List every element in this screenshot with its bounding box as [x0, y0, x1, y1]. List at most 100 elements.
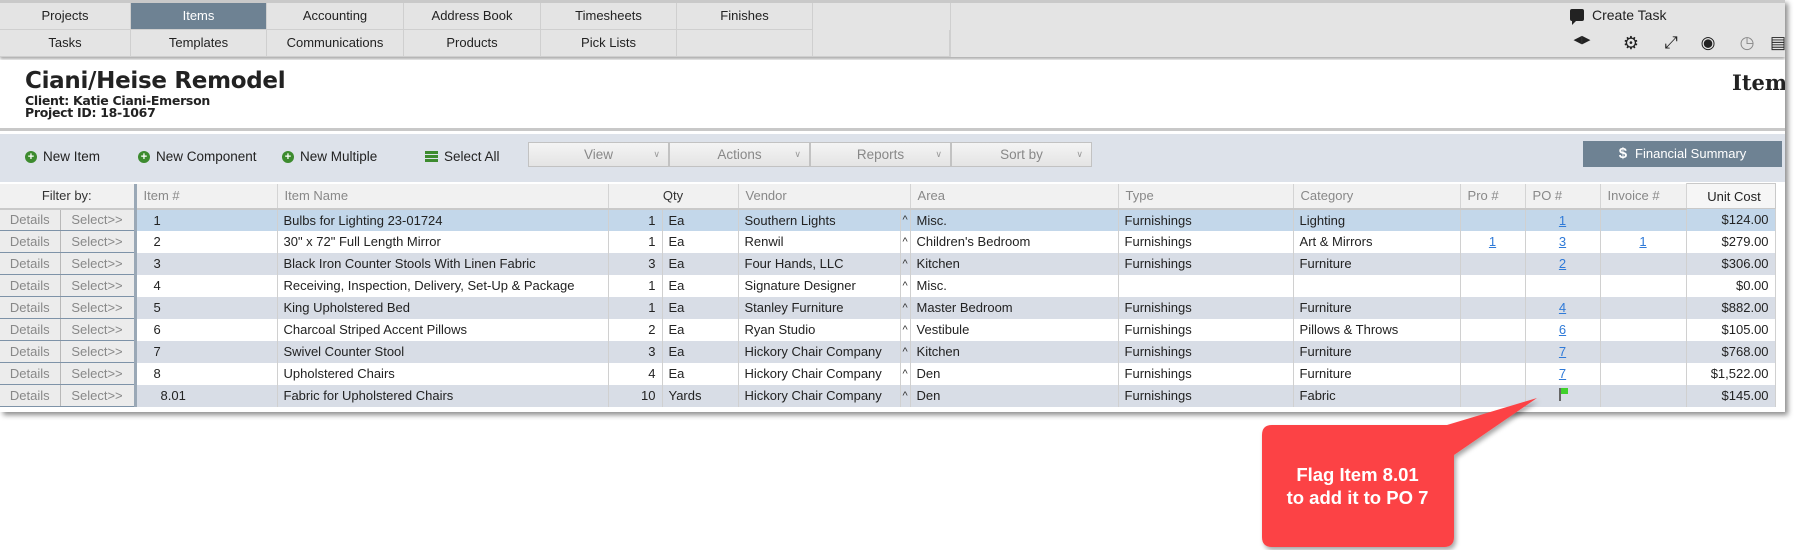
table-row[interactable]: Details Select>> 3 Black Iron Counter Stool…: [0, 252, 1776, 275]
po-number-link[interactable]: 6: [1559, 322, 1566, 337]
select-button[interactable]: Select>>: [60, 274, 137, 297]
category-cell: Furniture: [1293, 252, 1461, 275]
caret-icon[interactable]: ^: [900, 318, 911, 341]
po-number-header[interactable]: PO #: [1525, 183, 1601, 210]
select-button[interactable]: Select>>: [60, 252, 137, 275]
select-button[interactable]: Select>>: [60, 340, 137, 363]
view-dropdown[interactable]: View ∨: [528, 142, 669, 167]
po-number-link[interactable]: 7: [1559, 366, 1566, 381]
details-button[interactable]: Details: [0, 362, 61, 385]
qty-header[interactable]: Qty: [608, 183, 739, 210]
caret-icon[interactable]: ^: [900, 230, 911, 253]
nav-tab-pick-lists[interactable]: Pick Lists: [541, 30, 677, 57]
item-name-header[interactable]: Item Name: [277, 183, 609, 210]
unit-cost-header[interactable]: Unit Cost: [1685, 183, 1776, 209]
arrows-left-right-icon[interactable]: ◀▶: [1572, 33, 1592, 46]
table-row[interactable]: Details Select>> 7 Swivel Counter Stool 3 Ea H…: [0, 340, 1776, 363]
new-item-button[interactable]: + New Item: [25, 149, 100, 164]
details-button[interactable]: Details: [0, 340, 61, 363]
details-button[interactable]: Details: [0, 252, 61, 275]
type-cell: [1118, 274, 1294, 297]
sort-by-dropdown[interactable]: Sort by ∨: [951, 142, 1092, 167]
nav-tab-tasks[interactable]: Tasks: [0, 30, 131, 57]
pro-number-cell: [1460, 384, 1526, 407]
caret-icon[interactable]: ^: [900, 296, 911, 319]
card-icon[interactable]: ▤: [1768, 33, 1785, 53]
item-name-cell: Swivel Counter Stool: [277, 340, 609, 363]
select-button[interactable]: Select>>: [60, 318, 137, 341]
caret-icon[interactable]: ^: [900, 208, 911, 231]
invoice-number-header[interactable]: Invoice #: [1600, 183, 1687, 210]
nav-tab-projects[interactable]: Projects: [0, 3, 131, 30]
po-number-link[interactable]: 2: [1559, 256, 1566, 271]
table-row[interactable]: Details Select>> 8 Upholstered Chairs 4 Ea Hic…: [0, 362, 1776, 385]
table-row[interactable]: Details Select>> 2 30" x 72" Full Length Mi…: [0, 230, 1776, 253]
caret-icon[interactable]: ^: [900, 384, 911, 407]
select-all-button[interactable]: Select All: [425, 149, 500, 164]
expand-icon[interactable]: ⤢: [1661, 33, 1681, 53]
reports-dropdown[interactable]: Reports ∨: [810, 142, 951, 167]
item-number-cell: 7: [135, 340, 278, 363]
nav-tab-timesheets[interactable]: Timesheets: [541, 3, 677, 30]
table-row[interactable]: Details Select>> 8.01 Fabric for Upholstere…: [0, 384, 1776, 407]
nav-tab-products[interactable]: Products: [404, 30, 541, 57]
select-button[interactable]: Select>>: [60, 384, 137, 407]
financial-summary-button[interactable]: $ Financial Summary: [1583, 141, 1782, 167]
item-number-header[interactable]: Item #: [135, 183, 278, 210]
create-task-button[interactable]: Create Task: [1570, 7, 1667, 25]
details-button[interactable]: Details: [0, 274, 61, 297]
actions-dropdown[interactable]: Actions ∨: [669, 142, 810, 167]
po-number-link[interactable]: 1: [1559, 213, 1566, 228]
nav-tab-items[interactable]: Items: [131, 3, 267, 30]
create-task-label: Create Task: [1592, 7, 1667, 23]
pro-number-link[interactable]: 1: [1489, 234, 1496, 249]
caret-icon[interactable]: ^: [900, 340, 911, 363]
category-cell: [1293, 274, 1461, 297]
select-button[interactable]: Select>>: [60, 362, 137, 385]
po-number-cell: 3: [1525, 230, 1601, 253]
nav-tab-templates[interactable]: Templates: [131, 30, 267, 57]
vendor-header[interactable]: Vendor: [738, 183, 911, 210]
unit-cost-cell: $0.00: [1686, 274, 1776, 297]
invoice-number-cell: [1600, 318, 1687, 341]
po-number-link[interactable]: 7: [1559, 344, 1566, 359]
pro-number-header[interactable]: Pro #: [1460, 183, 1526, 210]
po-number-link[interactable]: 3: [1559, 234, 1566, 249]
new-multiple-button[interactable]: + New Multiple: [282, 149, 377, 164]
caret-icon[interactable]: ^: [900, 362, 911, 385]
select-button[interactable]: Select>>: [60, 208, 137, 231]
details-button[interactable]: Details: [0, 384, 61, 407]
clock-icon[interactable]: ◷: [1737, 33, 1757, 53]
table-row[interactable]: Details Select>> 5 King Upholstered Bed 1 Ea S…: [0, 296, 1776, 319]
filter-by-header[interactable]: Filter by:: [0, 183, 137, 210]
select-button[interactable]: Select>>: [60, 296, 137, 319]
category-header[interactable]: Category: [1293, 183, 1461, 210]
caret-icon[interactable]: ^: [900, 274, 911, 297]
table-row[interactable]: Details Select>> 4 Receiving, Inspection, D…: [0, 274, 1776, 297]
invoice-number-link[interactable]: 1: [1639, 234, 1646, 249]
unit-cell: Ea: [662, 274, 739, 297]
po-number-link[interactable]: 4: [1559, 300, 1566, 315]
area-header[interactable]: Area: [910, 183, 1119, 210]
type-header[interactable]: Type: [1118, 183, 1294, 210]
details-button[interactable]: Details: [0, 230, 61, 253]
nav-tab-accounting[interactable]: Accounting: [267, 3, 404, 30]
vendor-cell: Hickory Chair Company: [738, 340, 901, 363]
view-label: View: [583, 147, 614, 162]
select-button[interactable]: Select>>: [60, 230, 137, 253]
nav-tab-communications[interactable]: Communications: [267, 30, 404, 57]
table-row[interactable]: Details Select>> 6 Charcoal Striped Accent …: [0, 318, 1776, 341]
details-button[interactable]: Details: [0, 296, 61, 319]
page-title: Ciani/Heise Remodel: [25, 68, 286, 94]
unit-cell: Ea: [662, 252, 739, 275]
caret-icon[interactable]: ^: [900, 252, 911, 275]
user-icon[interactable]: ◉: [1698, 33, 1718, 53]
gear-icon[interactable]: ⚙: [1621, 33, 1641, 54]
nav-tab-address-book[interactable]: Address Book: [404, 3, 541, 30]
green-flag-icon[interactable]: [1558, 387, 1568, 401]
details-button[interactable]: Details: [0, 208, 61, 231]
table-row[interactable]: Details Select>> 1 Bulbs for Lighting 23-01…: [0, 208, 1776, 231]
nav-tab-finishes[interactable]: Finishes: [677, 3, 813, 30]
new-component-button[interactable]: + New Component: [138, 149, 257, 164]
details-button[interactable]: Details: [0, 318, 61, 341]
